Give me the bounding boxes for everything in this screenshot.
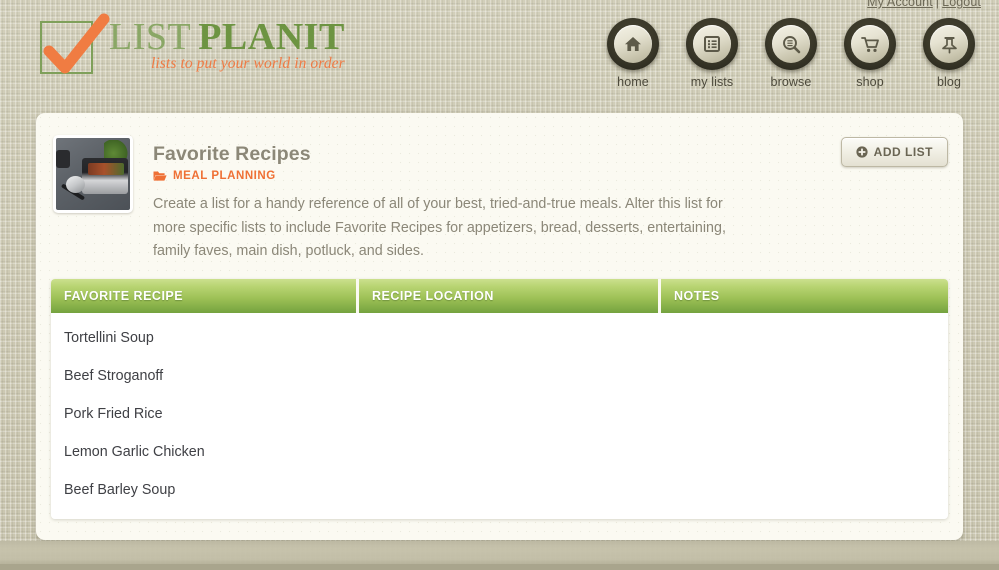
- cell-recipe: Lemon Garlic Chicken: [64, 444, 205, 460]
- table-row[interactable]: Lemon Garlic Chicken: [51, 433, 948, 471]
- add-list-label: ADD LIST: [873, 145, 933, 159]
- table-row[interactable]: Beef Stroganoff: [51, 357, 948, 395]
- page-background: My Account | Logout LIST PLANIT lists to pu…: [0, 0, 999, 570]
- list-detail-card: Favorite Recipes MEAL PLANNING Create a …: [36, 113, 963, 540]
- site-logo[interactable]: LIST PLANIT lists to put your world in or…: [40, 13, 345, 78]
- table-body: Tortellini Soup Beef Stroganoff Pork Fri…: [51, 313, 948, 519]
- nav-button-browse[interactable]: [765, 18, 817, 70]
- nav-item-blog[interactable]: blog: [921, 18, 977, 89]
- table-header-row: FAVORITE RECIPE RECIPE LOCATION NOTES: [51, 279, 948, 313]
- list-description: Create a list for a handy reference of a…: [153, 196, 726, 259]
- nav-label-my-lists: my lists: [690, 75, 734, 89]
- table-row[interactable]: Tortellini Soup: [51, 319, 948, 357]
- nav-item-my-lists[interactable]: my lists: [684, 18, 740, 89]
- nav-label-blog: blog: [936, 75, 962, 89]
- main-nav: home my lists browse shop blog: [605, 18, 977, 89]
- nav-item-home[interactable]: home: [605, 18, 661, 89]
- nav-button-my-lists[interactable]: [686, 18, 738, 70]
- column-header-notes[interactable]: NOTES: [661, 279, 948, 313]
- cell-recipe: Beef Stroganoff: [64, 368, 164, 384]
- nav-button-home[interactable]: [607, 18, 659, 70]
- recipes-table: FAVORITE RECIPE RECIPE LOCATION NOTES To…: [51, 279, 948, 519]
- logo-word-planit: PLANIT: [198, 16, 345, 58]
- slow-cooker-with-food-photo: [56, 138, 130, 210]
- magnifier-icon: [782, 35, 800, 53]
- category-badge[interactable]: MEAL PLANNING: [153, 170, 276, 182]
- nav-item-shop[interactable]: shop: [842, 18, 898, 89]
- nav-label-home: home: [617, 75, 649, 89]
- cell-recipe: Beef Barley Soup: [64, 482, 176, 498]
- column-header-favorite-recipe[interactable]: FAVORITE RECIPE: [51, 279, 356, 313]
- table-row[interactable]: Beef Barley Soup: [51, 471, 948, 509]
- plus-circle-icon: [856, 146, 868, 158]
- account-links: My Account | Logout: [867, 0, 981, 9]
- home-icon: [625, 37, 641, 51]
- column-header-recipe-location[interactable]: RECIPE LOCATION: [359, 279, 658, 313]
- cell-recipe: Pork Fried Rice: [64, 406, 163, 422]
- list-icon: [704, 36, 720, 52]
- nav-button-blog[interactable]: [923, 18, 975, 70]
- shopping-cart-icon: [860, 36, 879, 52]
- site-header: My Account | Logout LIST PLANIT lists to pu…: [0, 0, 999, 110]
- nav-item-browse[interactable]: browse: [763, 18, 819, 89]
- open-folder-icon: [153, 171, 167, 181]
- nav-label-shop: shop: [856, 75, 884, 89]
- account-links-separator: |: [935, 0, 940, 9]
- orange-checkmark-icon: [40, 13, 110, 78]
- category-label: MEAL PLANNING: [173, 170, 276, 182]
- pushpin-icon: [941, 36, 957, 53]
- my-account-link[interactable]: My Account: [867, 0, 933, 9]
- logout-link[interactable]: Logout: [942, 0, 981, 9]
- nav-button-shop[interactable]: [844, 18, 896, 70]
- page-title: Favorite Recipes: [153, 143, 311, 165]
- table-row[interactable]: Pork Fried Rice: [51, 395, 948, 433]
- cell-recipe: Tortellini Soup: [64, 330, 154, 346]
- footer-band: [0, 541, 999, 564]
- logo-wordmark: LIST PLANIT: [109, 16, 345, 58]
- list-thumbnail[interactable]: [53, 135, 133, 213]
- footer-band-dark: [0, 564, 999, 570]
- nav-label-browse: browse: [770, 75, 812, 89]
- add-list-button[interactable]: ADD LIST: [840, 137, 948, 167]
- logo-word-list: LIST: [109, 16, 192, 58]
